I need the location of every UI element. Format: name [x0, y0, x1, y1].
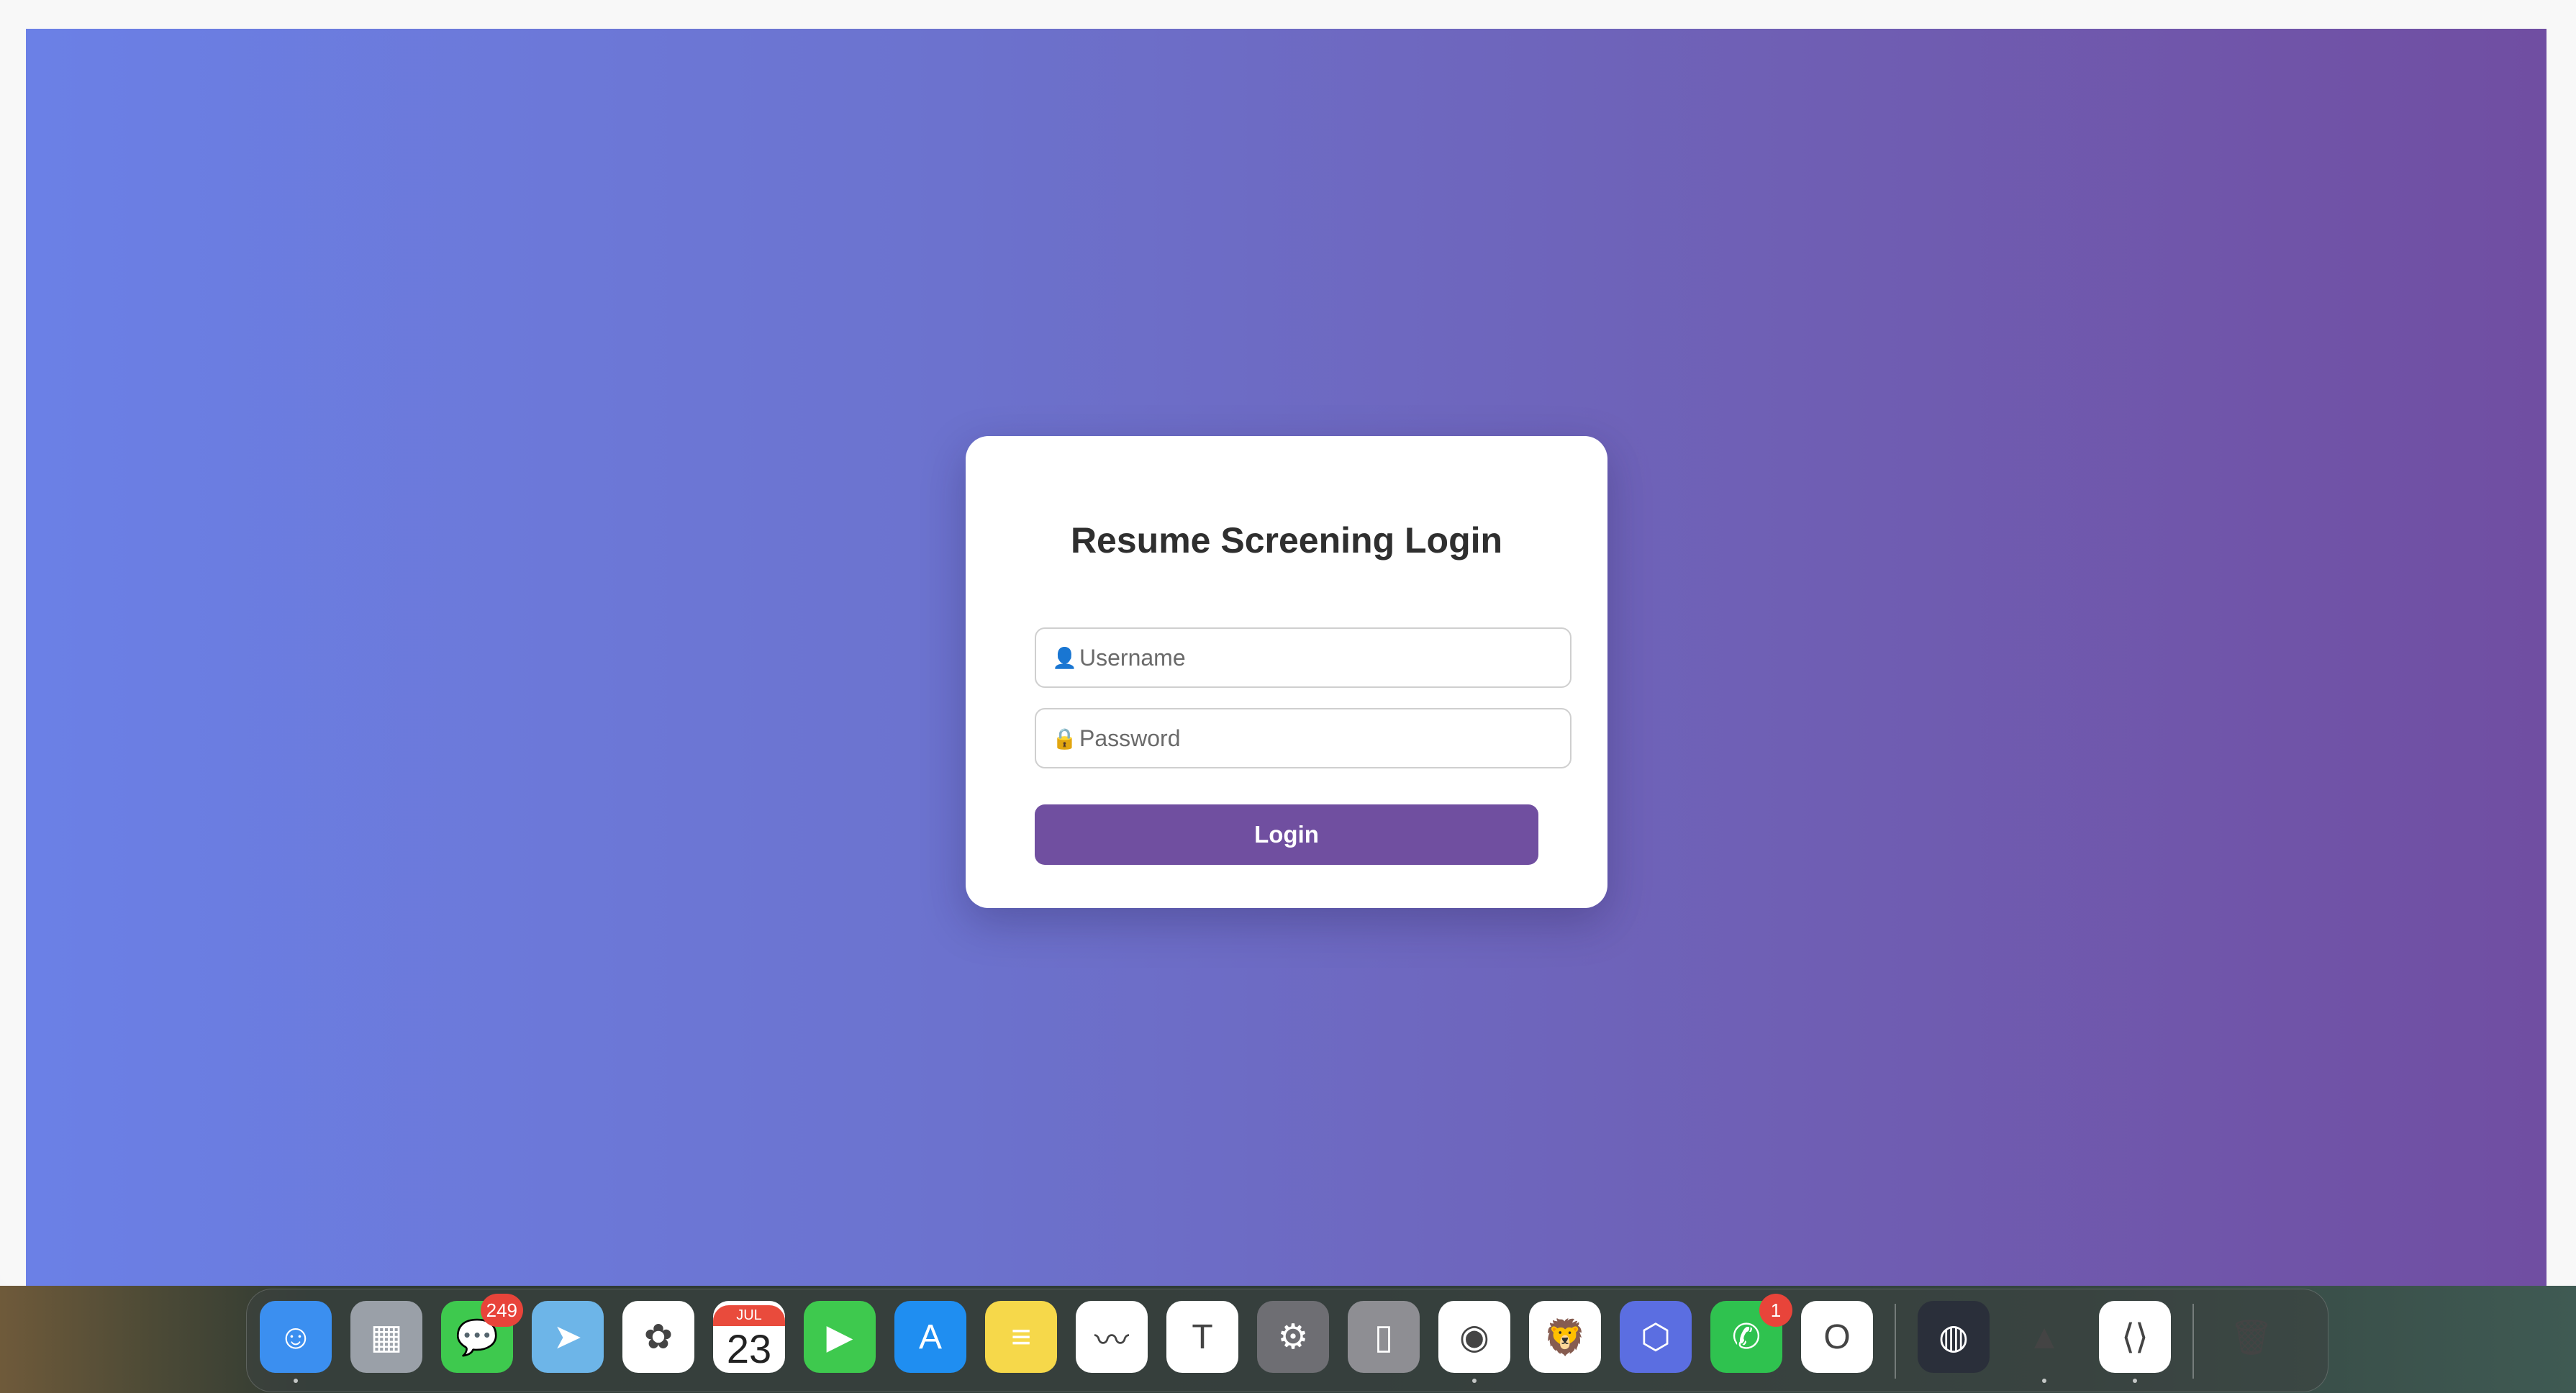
brave-icon[interactable]: 🦁 [1529, 1301, 1601, 1373]
finder-glyph: ☺ [278, 1317, 314, 1356]
photos-icon[interactable]: ✿ [622, 1301, 694, 1373]
login-title: Resume Screening Login [1070, 520, 1503, 561]
outlook-glyph: O [1823, 1317, 1851, 1356]
running-indicator [294, 1379, 298, 1383]
username-input[interactable] [1078, 643, 1541, 672]
copilot-icon[interactable]: ⬡ [1620, 1301, 1692, 1373]
running-indicator [1472, 1379, 1477, 1383]
password-input[interactable] [1078, 724, 1541, 753]
vscode-icon[interactable]: ⟨⟩ [2099, 1301, 2171, 1383]
copilot-glyph: ⬡ [1641, 1318, 1671, 1356]
user-icon: 👤 [1052, 646, 1077, 669]
calendar-day: 23 [726, 1325, 772, 1371]
teams-icon[interactable]: T [1166, 1301, 1238, 1373]
dock-separator [1895, 1304, 1896, 1379]
system-settings-icon[interactable]: ⚙ [1257, 1301, 1329, 1373]
calendar-icon[interactable]: JUL 23 [713, 1301, 785, 1373]
trash-icon[interactable]: 🗑 [2216, 1301, 2287, 1373]
iphone-mirroring-glyph: ▯ [1374, 1318, 1394, 1356]
vlc-icon[interactable]: ▲ [2008, 1301, 2080, 1383]
running-indicator [2042, 1379, 2046, 1383]
whatsapp-icon[interactable]: ✆ 1 [1710, 1294, 1792, 1373]
system-settings-glyph: ⚙ [1277, 1318, 1309, 1356]
vlc-glyph: ▲ [2027, 1317, 2062, 1356]
whatsapp-glyph: ✆ [1731, 1318, 1761, 1356]
trash-glyph: 🗑 [2229, 1318, 2274, 1357]
login-card: Resume Screening Login 👤 🔒 Login [966, 436, 1607, 908]
maps-icon[interactable]: ➤ [532, 1301, 604, 1373]
maps-glyph: ➤ [553, 1318, 583, 1356]
teams-glyph: T [1192, 1317, 1213, 1356]
chrome-icon[interactable]: ◉ [1438, 1301, 1510, 1383]
davinci-resolve-icon[interactable]: ◍ [1918, 1301, 1990, 1373]
notification-badge: 1 [1759, 1294, 1792, 1327]
notes-icon[interactable]: ≡ [985, 1301, 1057, 1373]
davinci-resolve-glyph: ◍ [1938, 1318, 1969, 1356]
outlook-icon[interactable]: O [1801, 1301, 1873, 1373]
launchpad-icon[interactable]: ▦ [350, 1301, 422, 1373]
photos-glyph: ✿ [643, 1318, 674, 1356]
notes-glyph: ≡ [1010, 1317, 1031, 1356]
app-store-glyph: A [918, 1317, 942, 1356]
launchpad-glyph: ▦ [370, 1318, 403, 1356]
app-store-icon[interactable]: A [894, 1301, 966, 1373]
brave-glyph: 🦁 [1543, 1318, 1587, 1357]
messages-icon[interactable]: 💬 249 [441, 1294, 523, 1373]
iphone-mirroring-icon[interactable]: ▯ [1348, 1301, 1420, 1373]
login-button[interactable]: Login [1035, 804, 1538, 865]
finder-icon[interactable]: ☺ [260, 1301, 332, 1383]
facetime-glyph: ▶ [826, 1318, 853, 1356]
calendar-month: JUL [713, 1304, 785, 1326]
chrome-glyph: ◉ [1459, 1318, 1489, 1356]
password-field[interactable]: 🔒 [1035, 708, 1572, 768]
username-field[interactable]: 👤 [1035, 627, 1572, 688]
running-indicator [2133, 1379, 2137, 1383]
freeform-glyph: 〰 [1094, 1322, 1129, 1360]
facetime-icon[interactable]: ▶ [804, 1301, 876, 1373]
notification-badge: 249 [480, 1294, 523, 1327]
freeform-icon[interactable]: 〰 [1076, 1301, 1148, 1373]
lock-icon: 🔒 [1052, 727, 1077, 750]
dock-separator [2192, 1304, 2194, 1379]
page-viewport: Resume Screening Login 👤 🔒 Login [26, 29, 2546, 1286]
browser-window: Resume Screening Login 👤 🔒 Login [0, 0, 2576, 1286]
vscode-glyph: ⟨⟩ [2121, 1318, 2149, 1356]
dock: ☺ ▦ 💬 249 ➤ ✿ JUL 23 ▶ A ≡ 〰 T ⚙ ▯ ◉ 🦁 ⬡ ✆ 1 O ◍ ▲ ⟨⟩ 🗑 [246, 1289, 2328, 1392]
